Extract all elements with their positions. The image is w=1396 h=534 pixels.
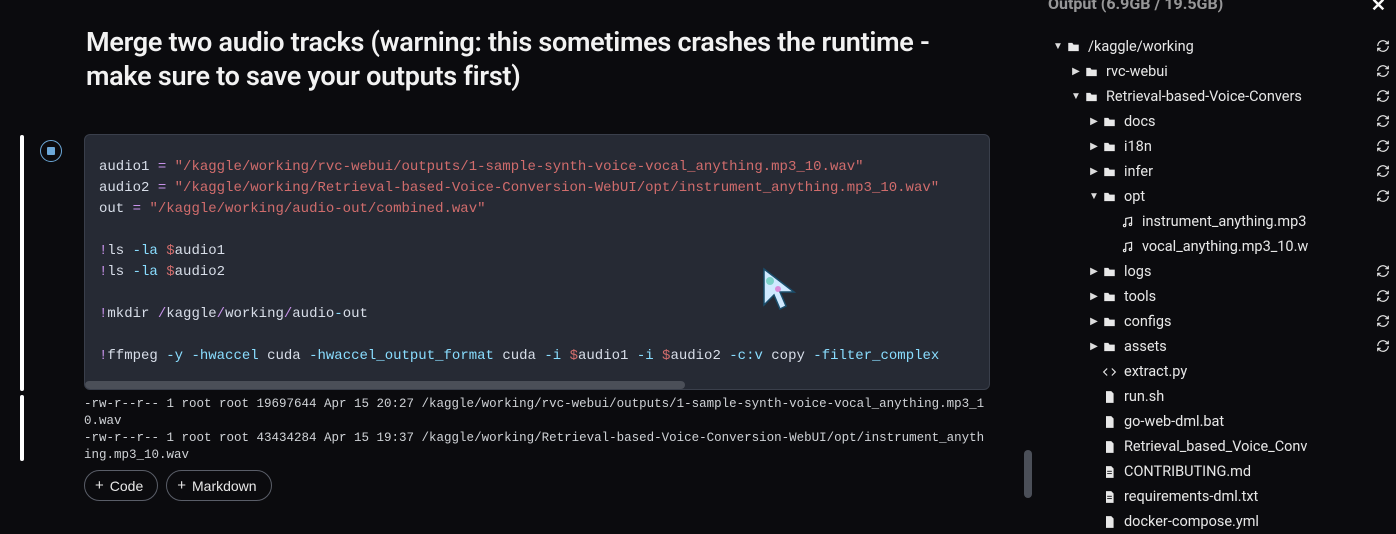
file-icon — [1100, 390, 1118, 404]
tree-item-label: instrument_anything.mp3 — [1142, 209, 1306, 234]
tree-file[interactable]: CONTRIBUTING.md — [1046, 459, 1396, 484]
tree-folder[interactable]: ▶ rvc-webui — [1046, 59, 1396, 84]
caret-icon: ▶ — [1088, 284, 1100, 309]
tree-folder[interactable]: ▶ tools — [1046, 284, 1396, 309]
output-indicator-bar — [20, 395, 24, 461]
close-icon[interactable]: ✕ — [1371, 0, 1386, 16]
folder-icon — [1100, 165, 1118, 179]
add-markdown-cell-button[interactable]: + Markdown — [166, 470, 271, 501]
tree-folder[interactable]: ▼ /kaggle/working — [1046, 34, 1396, 59]
tree-file[interactable]: run.sh — [1046, 384, 1396, 409]
folder-icon — [1100, 140, 1118, 154]
tree-folder[interactable]: ▼ opt — [1046, 184, 1396, 209]
tree-folder[interactable]: ▶ infer — [1046, 159, 1396, 184]
sidebar-title: Output (6.9GB / 19.5GB) — [1048, 0, 1223, 13]
audio-icon — [1118, 240, 1136, 254]
tree-folder[interactable]: ▶ assets — [1046, 334, 1396, 359]
horizontal-scrollbar-thumb[interactable] — [85, 381, 685, 389]
caret-icon: ▶ — [1070, 59, 1082, 84]
caret-icon: ▼ — [1052, 34, 1064, 59]
tree-item-label: configs — [1124, 309, 1172, 334]
tree-item-label: infer — [1124, 159, 1153, 184]
tree-file[interactable]: docker-compose.yml — [1046, 509, 1396, 534]
tree-file[interactable]: extract.py — [1046, 359, 1396, 384]
tree-item-label: Retrieval_based_Voice_Conv — [1124, 434, 1307, 459]
tree-item-label: docs — [1124, 109, 1156, 134]
tree-item-label: opt — [1124, 184, 1145, 209]
tree-item-label: tools — [1124, 284, 1156, 309]
folder-icon — [1100, 315, 1118, 329]
folder-icon — [1082, 65, 1100, 79]
tree-folder[interactable]: ▶ configs — [1046, 309, 1396, 334]
code-content[interactable]: audio1 = "/kaggle/working/rvc-webui/outp… — [85, 135, 989, 377]
output-files-sidebar: Output (6.9GB / 19.5GB) ✕ ▼/kaggle/worki… — [1046, 0, 1396, 527]
tree-folder[interactable]: ▶ docs — [1046, 109, 1396, 134]
audio-icon — [1118, 215, 1136, 229]
file-icon — [1100, 515, 1118, 529]
caret-icon: ▶ — [1088, 259, 1100, 284]
doc-icon — [1100, 465, 1118, 479]
caret-icon: ▶ — [1088, 334, 1100, 359]
caret-icon: ▼ — [1070, 84, 1082, 109]
file-tree: ▼/kaggle/working▶rvc-webui▼Retrieval-bas… — [1046, 24, 1396, 534]
file-icon — [1100, 440, 1118, 454]
caret-icon: ▶ — [1088, 309, 1100, 334]
tree-item-label: CONTRIBUTING.md — [1124, 459, 1251, 484]
tree-item-label: Retrieval-based-Voice-Convers — [1106, 84, 1302, 109]
folder-icon — [1082, 90, 1100, 104]
tree-item-label: rvc-webui — [1106, 59, 1168, 84]
tree-folder[interactable]: ▼ Retrieval-based-Voice-Convers — [1046, 84, 1396, 109]
add-markdown-label: Markdown — [192, 478, 257, 494]
tree-file[interactable]: vocal_anything.mp3_10.w — [1046, 234, 1396, 259]
plus-icon: + — [177, 477, 186, 494]
vertical-scrollbar-thumb[interactable] — [1024, 450, 1032, 498]
code-icon — [1100, 365, 1118, 379]
tree-item-label: assets — [1124, 334, 1167, 359]
folder-icon — [1100, 265, 1118, 279]
tree-item-label: run.sh — [1124, 384, 1164, 409]
tree-item-label: docker-compose.yml — [1124, 509, 1259, 534]
add-code-label: Code — [110, 478, 143, 494]
caret-icon: ▶ — [1088, 134, 1100, 159]
caret-icon: ▼ — [1088, 184, 1100, 209]
plus-icon: + — [95, 477, 104, 494]
tree-folder[interactable]: ▶ i18n — [1046, 134, 1396, 159]
add-code-cell-button[interactable]: + Code — [84, 470, 158, 501]
tree-item-label: logs — [1124, 259, 1151, 284]
sidebar-header: Output (6.9GB / 19.5GB) ✕ — [1046, 0, 1396, 24]
cell-indicator-bar — [20, 135, 24, 391]
folder-icon — [1100, 340, 1118, 354]
folder-icon — [1100, 190, 1118, 204]
file-icon — [1100, 415, 1118, 429]
tree-item-label: /kaggle/working — [1088, 34, 1194, 59]
tree-file[interactable]: go-web-dml.bat — [1046, 409, 1396, 434]
add-cell-button-row: + Code + Markdown — [84, 470, 272, 501]
stop-icon — [47, 147, 55, 155]
code-cell[interactable]: audio1 = "/kaggle/working/rvc-webui/outp… — [84, 134, 990, 390]
tree-item-label: requirements-dml.txt — [1124, 484, 1258, 509]
tree-file[interactable]: requirements-dml.txt — [1046, 484, 1396, 509]
folder-icon — [1100, 115, 1118, 129]
folder-icon — [1100, 290, 1118, 304]
notebook-main: Merge two audio tracks (warning: this so… — [0, 0, 1040, 527]
tree-file[interactable]: Retrieval_based_Voice_Conv — [1046, 434, 1396, 459]
horizontal-scrollbar-track[interactable] — [85, 381, 989, 389]
tree-item-label: go-web-dml.bat — [1124, 409, 1224, 434]
stop-execution-button[interactable] — [40, 140, 62, 162]
tree-item-label: extract.py — [1124, 359, 1187, 384]
section-heading: Merge two audio tracks (warning: this so… — [86, 26, 986, 94]
doc-icon — [1100, 490, 1118, 504]
tree-item-label: i18n — [1124, 134, 1152, 159]
caret-icon: ▶ — [1088, 159, 1100, 184]
tree-item-label: vocal_anything.mp3_10.w — [1142, 234, 1308, 259]
tree-folder[interactable]: ▶ logs — [1046, 259, 1396, 284]
cell-output: -rw-r--r-- 1 root root 19697644 Apr 15 2… — [84, 396, 990, 464]
tree-file[interactable]: instrument_anything.mp3 — [1046, 209, 1396, 234]
caret-icon: ▶ — [1088, 109, 1100, 134]
folder-icon — [1064, 40, 1082, 54]
